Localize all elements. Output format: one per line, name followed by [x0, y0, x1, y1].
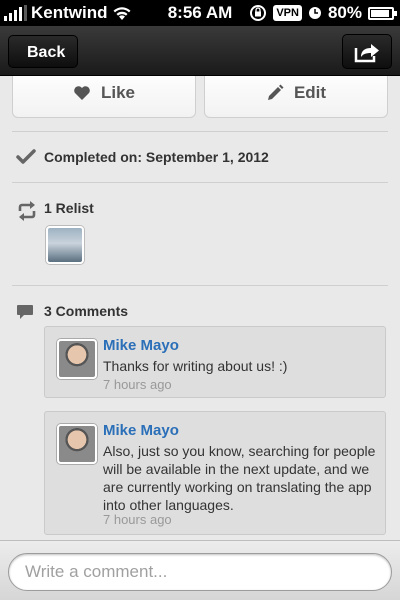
battery-icon [368, 6, 397, 20]
edit-button[interactable]: Edit [204, 76, 388, 118]
comment-timestamp: 7 hours ago [103, 512, 172, 527]
back-button-label: Back [27, 44, 66, 61]
pencil-icon [267, 84, 284, 100]
comment-timestamp: 7 hours ago [103, 377, 172, 392]
compose-bar [0, 540, 400, 600]
share-button[interactable] [342, 34, 392, 69]
like-button[interactable]: Like [12, 76, 196, 118]
comment-author[interactable]: Mike Mayo [103, 422, 179, 439]
share-icon [354, 43, 379, 62]
content-area[interactable]: Like Edit Completed on: September 1, 201… [0, 76, 400, 540]
edit-label: Edit [293, 83, 327, 102]
comment-bubble-icon [17, 305, 33, 319]
avatar[interactable] [57, 424, 97, 464]
rotation-lock-icon [250, 5, 267, 21]
divider [12, 131, 388, 132]
completed-date: Completed on: September 1, 2012 [44, 149, 269, 165]
avatar[interactable] [57, 339, 97, 379]
relist-user-avatar[interactable] [46, 226, 84, 264]
comment-text: Also, just so you know, searching for pe… [103, 443, 376, 513]
heart-icon [74, 86, 90, 100]
battery-percent: 80% [327, 3, 362, 22]
clock-icon [308, 7, 321, 19]
divider [12, 182, 388, 183]
status-bar: Kentwind 8:56 AM VPN 80% [0, 0, 400, 26]
relist-count: 1 Relist [44, 200, 94, 216]
comment-text: Thanks for writing about us! :) [103, 358, 288, 374]
comment-card: Mike Mayo Also, just so you know, search… [44, 411, 386, 535]
comment-card: Mike Mayo Thanks for writing about us! :… [44, 326, 386, 398]
like-label: Like [100, 83, 136, 102]
navigation-bar: Back [0, 26, 400, 76]
back-button[interactable]: Back [8, 35, 79, 68]
comment-author[interactable]: Mike Mayo [103, 337, 179, 354]
comments-count: 3 Comments [44, 303, 129, 319]
divider [12, 285, 388, 286]
relist-icon [18, 201, 36, 221]
vpn-badge: VPN [273, 5, 302, 21]
comment-input[interactable] [8, 553, 392, 591]
checkmark-icon [16, 149, 36, 164]
